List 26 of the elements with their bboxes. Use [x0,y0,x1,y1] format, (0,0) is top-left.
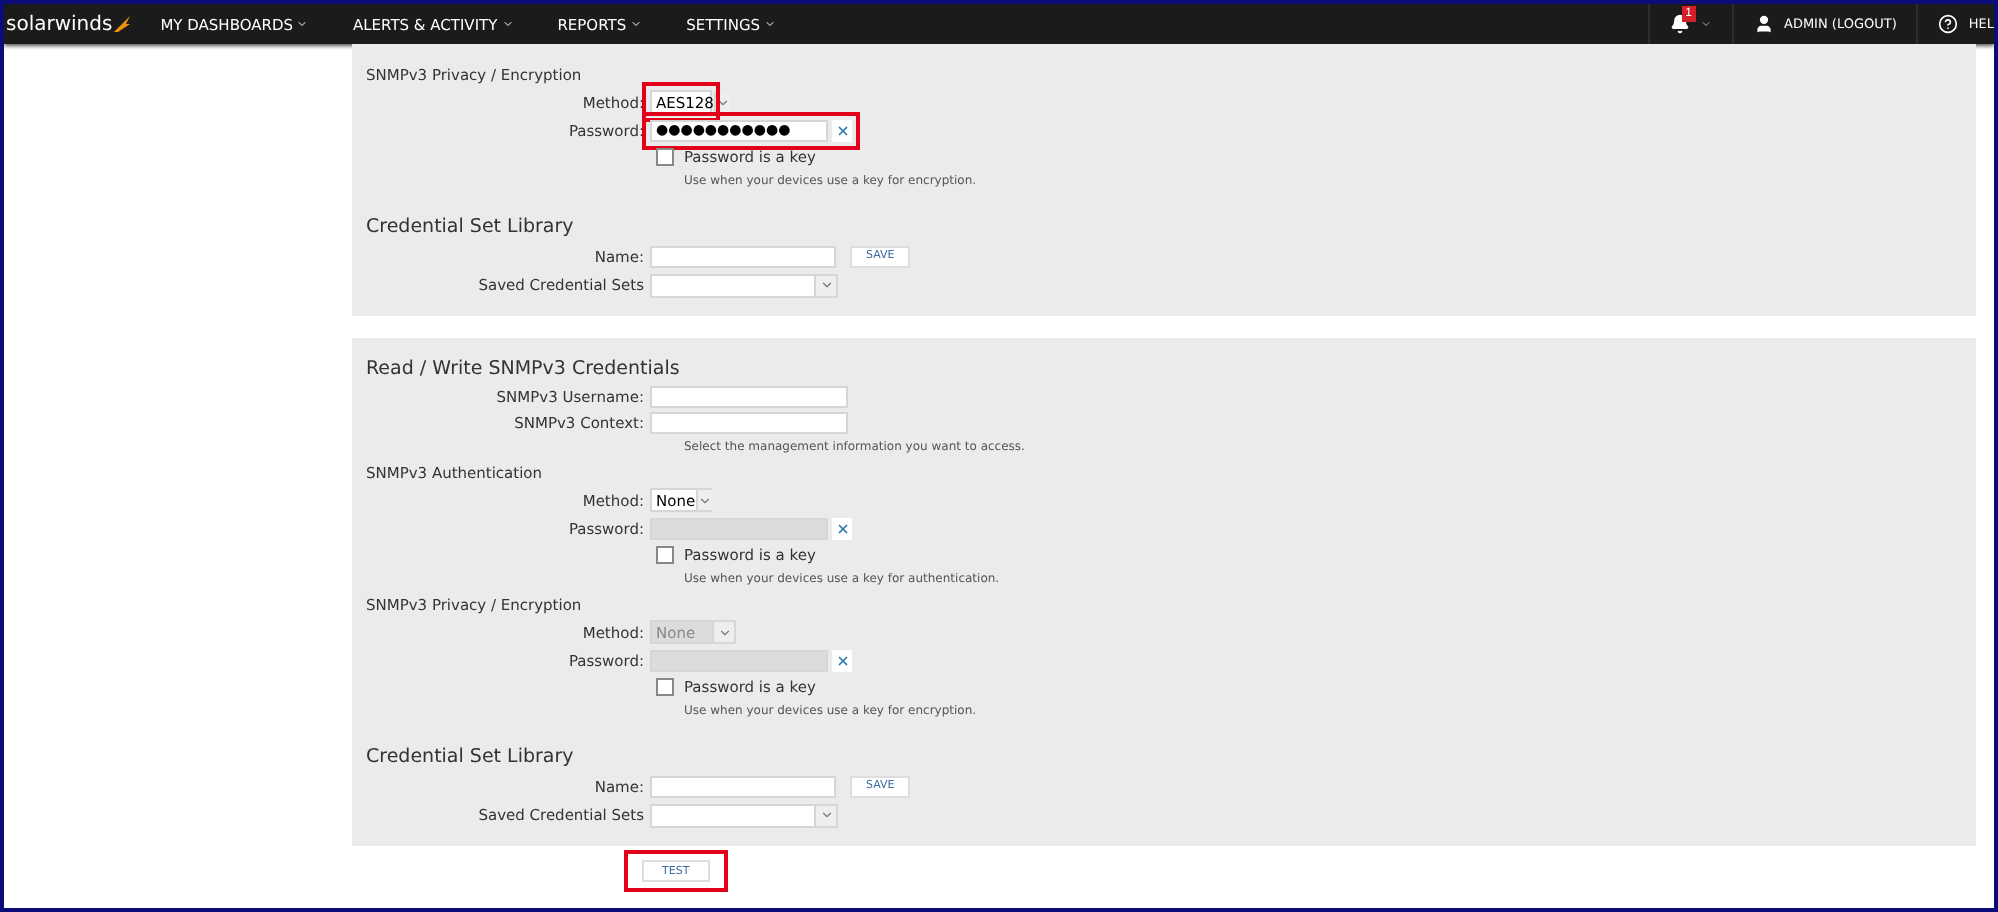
help-icon [1938,14,1959,34]
caret-icon [764,18,777,30]
input-field[interactable] [650,412,848,434]
flame-icon [112,14,133,34]
checkbox[interactable] [656,678,674,696]
input-field[interactable] [650,775,836,797]
section-title: Read / Write SNMPv3 Credentials [366,356,682,384]
chevron-down-icon [695,490,712,510]
checkbox[interactable] [656,546,674,564]
caret-icon [296,18,309,30]
caret-icon [501,18,514,30]
brand-logo[interactable]: solarwinds [6,13,113,35]
section-title: Credential Set Library [366,744,576,772]
caret-icon [630,18,643,30]
input-field[interactable] [650,386,848,408]
chevron-down-icon [712,622,734,642]
clear-icon[interactable] [832,119,852,141]
chevron-down-icon [814,805,836,825]
caret-icon[interactable] [1700,18,1712,30]
dropdown[interactable] [650,273,838,297]
checkbox[interactable] [656,148,674,166]
input-field[interactable] [650,245,836,267]
chevron-down-icon [814,275,836,295]
section-title: Credential Set Library [366,214,576,242]
dropdown[interactable] [650,803,838,827]
user-icon [1754,14,1774,34]
